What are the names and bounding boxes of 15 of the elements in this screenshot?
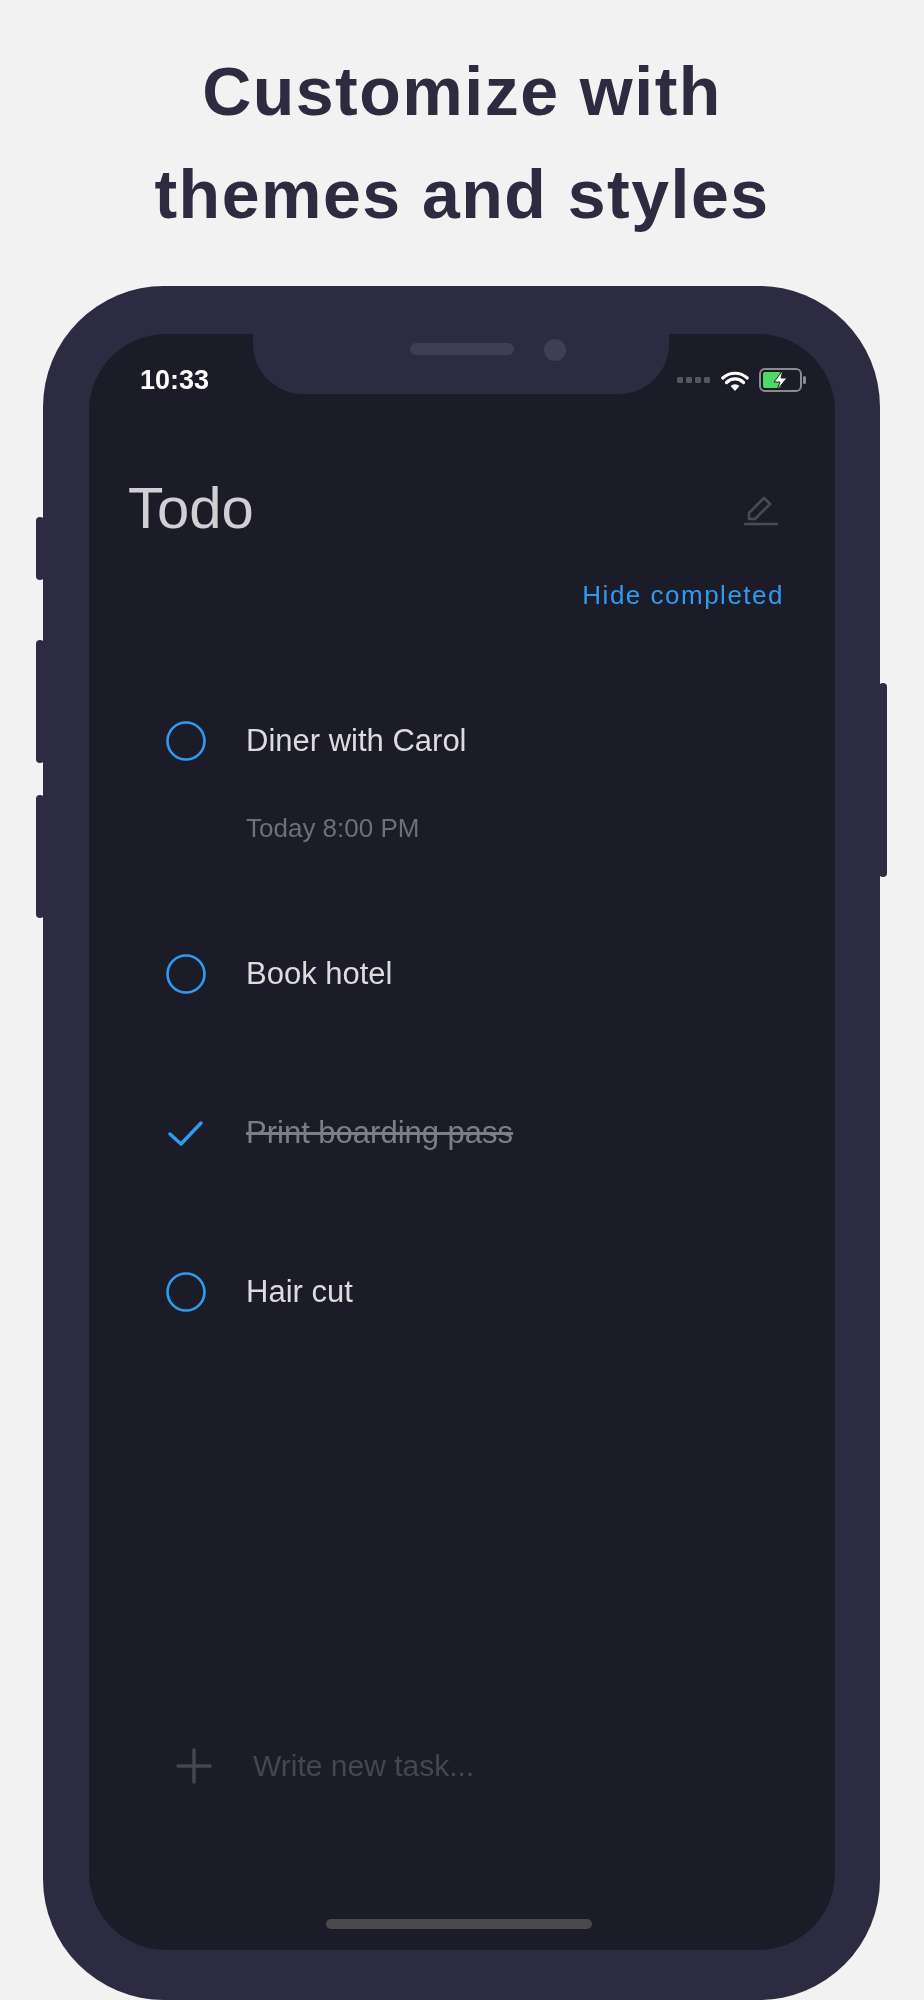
signal-icon [677, 376, 711, 384]
headline: Customize with themes and styles [153, 52, 771, 234]
screen-title: Todo [128, 474, 254, 542]
task-title: Book hotel [246, 955, 393, 993]
task-due-time: Today 8:00 PM [246, 812, 420, 845]
checkbox-circle[interactable] [166, 954, 206, 994]
status-time: 10:33 [140, 364, 210, 396]
task-title: Diner with Carol [246, 722, 467, 760]
checkbox-circle[interactable] [166, 1272, 206, 1312]
task-title: Print boarding pass [246, 1114, 514, 1152]
wifi-icon [721, 369, 749, 391]
checkbox-circle[interactable] [166, 721, 206, 761]
battery-charging-icon [759, 368, 807, 392]
task-title: Hair cut [246, 1273, 353, 1311]
hide-completed-link[interactable]: Hide completed [582, 578, 784, 612]
